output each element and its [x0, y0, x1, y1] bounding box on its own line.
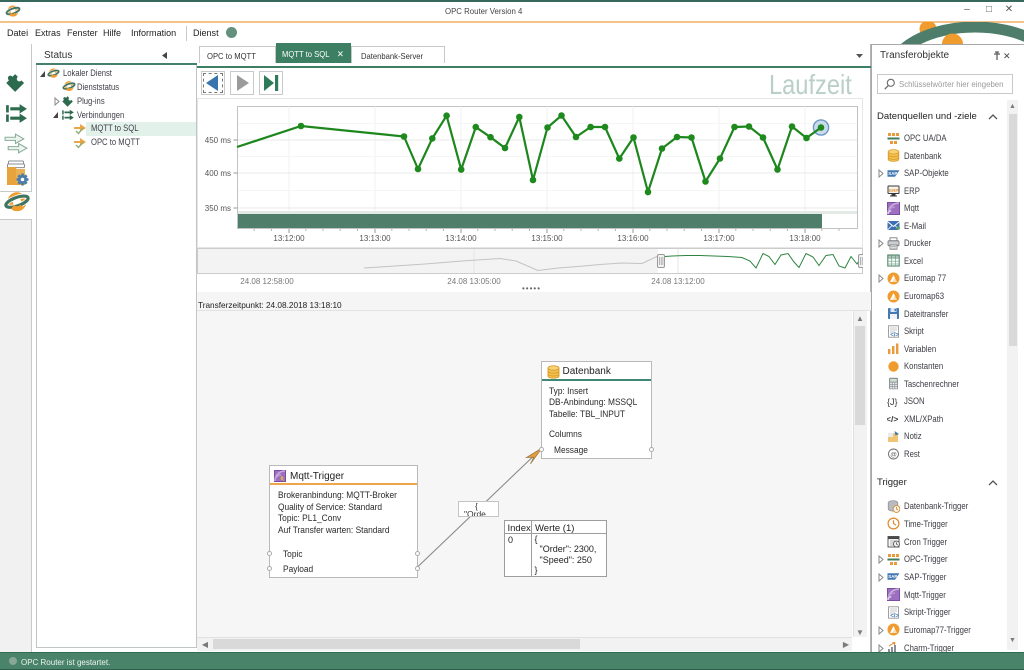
svg-text:@: @: [890, 452, 897, 459]
svg-text:{J}: {J}: [887, 397, 898, 407]
svg-text:SAP: SAP: [888, 171, 897, 176]
svg-text:ERP: ERP: [889, 188, 898, 193]
svg-text:</>: </>: [890, 332, 899, 338]
svg-text:</>: </>: [887, 414, 898, 424]
svg-text:SAP: SAP: [888, 574, 897, 579]
svg-text:</>: </>: [890, 613, 899, 619]
